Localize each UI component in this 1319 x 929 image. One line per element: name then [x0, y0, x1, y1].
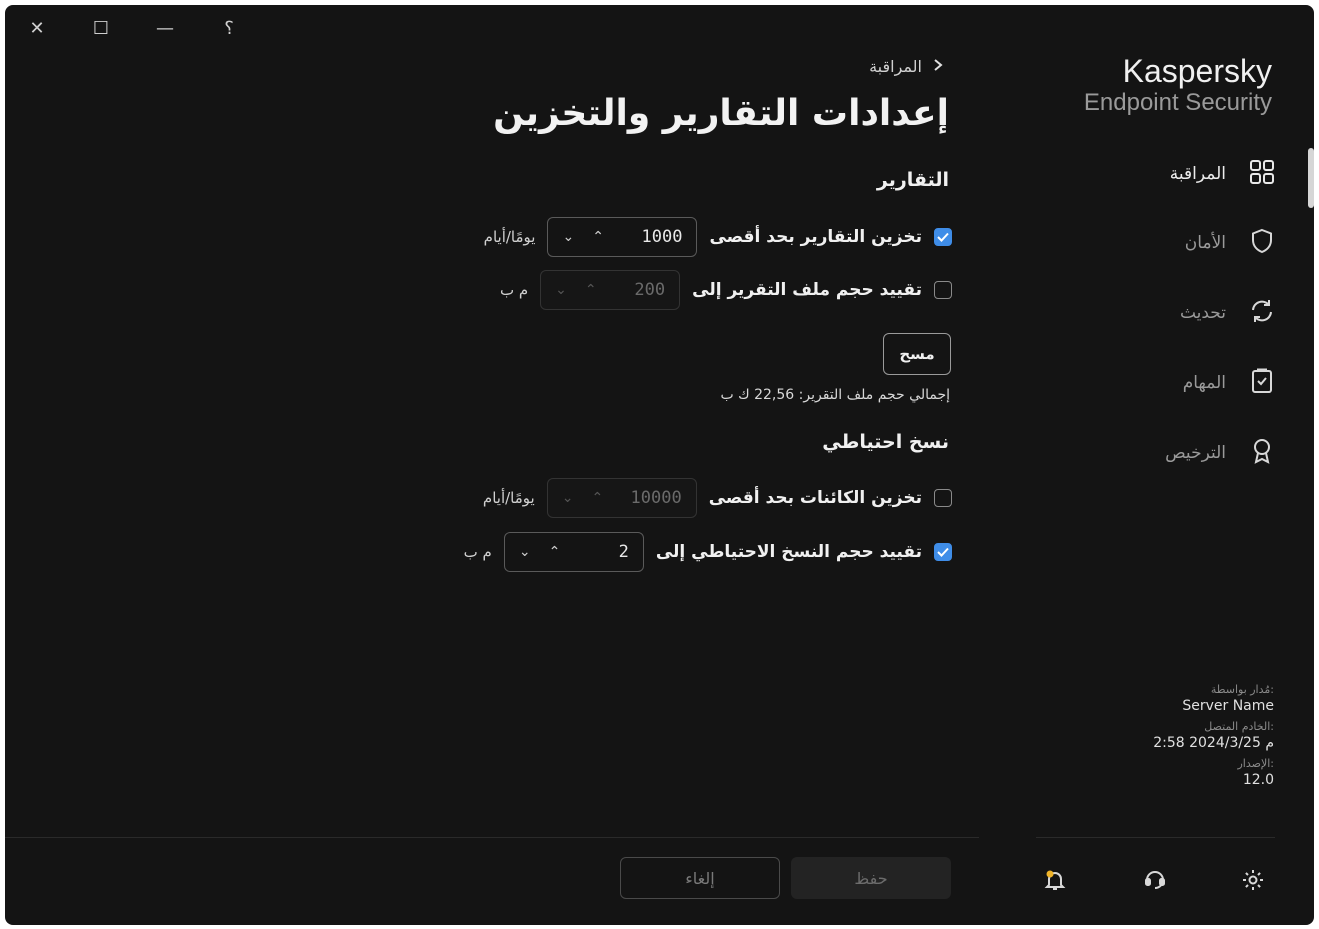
limit-report-file-checkbox[interactable] — [934, 281, 952, 299]
monitoring-grid-icon — [1248, 158, 1276, 190]
version-label: الإصدار: — [1237, 757, 1274, 770]
sidebar-item-label: الترخيص — [1165, 443, 1226, 463]
clipboard-check-icon — [1248, 367, 1276, 399]
brand-name: Kaspersky — [1122, 53, 1272, 89]
clear-reports-button[interactable]: مسح — [883, 333, 951, 375]
product-name: Endpoint Security — [1083, 89, 1272, 116]
sidebar-item-label: تحديث — [1179, 303, 1226, 323]
app-window: ✕ ☐ — ؟ Kaspersky Endpoint Security المر… — [5, 5, 1314, 925]
sidebar-item-tasks[interactable]: المهام — [1056, 363, 1276, 403]
chevron-down-icon[interactable]: ⌄ — [555, 282, 567, 298]
chevron-right-icon — [932, 57, 944, 76]
store-reports-stepper[interactable]: ⌄ ⌃ 1000 — [547, 217, 698, 257]
limit-report-file-value[interactable]: 200 — [634, 280, 665, 300]
store-objects-unit: يومًا/أيام — [482, 489, 535, 507]
store-objects-stepper[interactable]: ⌄ ⌃ 10000 — [546, 478, 697, 518]
limit-report-file-stepper[interactable]: ⌄ ⌃ 200 — [540, 270, 681, 310]
footer-divider — [5, 837, 979, 838]
limit-report-file-unit: م ب — [499, 281, 529, 299]
store-objects-value[interactable]: 10000 — [631, 488, 682, 508]
refresh-icon — [1248, 297, 1276, 329]
limit-report-file-label: تقييد حجم ملف التقرير إلى — [692, 280, 922, 300]
notifications-bell-icon[interactable] — [1042, 867, 1068, 893]
maximize-window-button[interactable]: ☐ — [88, 15, 114, 41]
managed-by-value: Server Name — [1182, 698, 1274, 714]
store-reports-value[interactable]: 1000 — [642, 227, 683, 247]
store-reports-row: تخزين التقارير بحد أقصى ⌄ ⌃ 1000 يومًا/أي… — [484, 215, 952, 259]
chevron-down-icon[interactable]: ⌄ — [519, 544, 531, 560]
sidebar-item-monitoring[interactable]: المراقبة — [1056, 154, 1276, 194]
sidebar-footer-divider — [1036, 837, 1275, 838]
reports-heading: التقارير — [876, 169, 949, 191]
chevron-up-icon[interactable]: ⌃ — [592, 229, 604, 245]
sidebar-item-update[interactable]: تحديث — [1056, 293, 1276, 333]
settings-gear-icon[interactable] — [1240, 867, 1266, 893]
limit-backup-value[interactable]: 2 — [619, 542, 629, 562]
sidebar-item-label: المهام — [1182, 373, 1226, 393]
chevron-up-icon[interactable]: ⌃ — [549, 544, 561, 560]
breadcrumb-label: المراقبة — [869, 57, 922, 76]
store-objects-label: تخزين الكائنات بحد أقصى — [708, 488, 922, 508]
limit-report-file-row: تقييد حجم ملف التقرير إلى ⌄ ⌃ 200 م ب — [500, 268, 952, 312]
store-reports-label: تخزين التقارير بحد أقصى — [709, 227, 922, 247]
chevron-up-icon[interactable]: ⌃ — [585, 282, 597, 298]
store-reports-unit: يومًا/أيام — [483, 228, 536, 246]
connected-server-value: 2:58 2024/3/25 م — [1153, 735, 1274, 751]
sidebar-item-security[interactable]: الأمان — [1056, 223, 1276, 263]
chevron-down-icon[interactable]: ⌄ — [562, 229, 574, 245]
limit-backup-checkbox[interactable] — [934, 543, 952, 561]
minimize-window-button[interactable]: — — [152, 15, 178, 41]
chevron-up-icon[interactable]: ⌃ — [591, 490, 603, 506]
connected-server-label: الخادم المتصل: — [1204, 720, 1274, 733]
limit-backup-label: تقييد حجم النسخ الاحتياطي إلى — [655, 542, 922, 562]
cancel-button[interactable]: إلغاء — [620, 857, 780, 899]
store-objects-checkbox[interactable] — [934, 489, 952, 507]
page-title: إعدادات التقارير والتخزين — [493, 93, 949, 134]
shield-icon — [1248, 227, 1276, 259]
total-report-size: إجمالي حجم ملف التقرير: 22,56 ك ب — [720, 387, 950, 403]
store-objects-row: تخزين الكائنات بحد أقصى ⌄ ⌃ 10000 يومًا/أ… — [483, 476, 952, 520]
version-value: 12.0 — [1242, 772, 1274, 788]
store-reports-checkbox[interactable] — [934, 228, 952, 246]
chevron-down-icon[interactable]: ⌄ — [562, 490, 574, 506]
sidebar-item-label: الأمان — [1184, 233, 1226, 253]
managed-by-label: مُدار بواسطة: — [1210, 683, 1274, 696]
help-button[interactable]: ؟ — [216, 15, 242, 41]
sidebar-item-licensing[interactable]: الترخيص — [1056, 433, 1276, 473]
info-block: مُدار بواسطة: Server Name الخادم المتصل:… — [1153, 683, 1274, 788]
sidebar-item-label: المراقبة — [1169, 164, 1226, 184]
award-icon — [1248, 437, 1276, 469]
limit-backup-unit: م ب — [463, 543, 492, 561]
support-icon[interactable] — [1142, 867, 1168, 893]
sidebar-active-indicator — [1308, 148, 1314, 208]
backup-heading: نسخ احتياطي — [822, 431, 949, 453]
breadcrumb[interactable]: المراقبة — [869, 57, 944, 76]
close-window-button[interactable]: ✕ — [24, 15, 50, 41]
limit-backup-row: تقييد حجم النسخ الاحتياطي إلى ⌄ ⌃ 2 م ب — [464, 530, 952, 574]
save-button[interactable]: حفظ — [791, 857, 951, 899]
limit-backup-stepper[interactable]: ⌄ ⌃ 2 — [503, 532, 644, 572]
